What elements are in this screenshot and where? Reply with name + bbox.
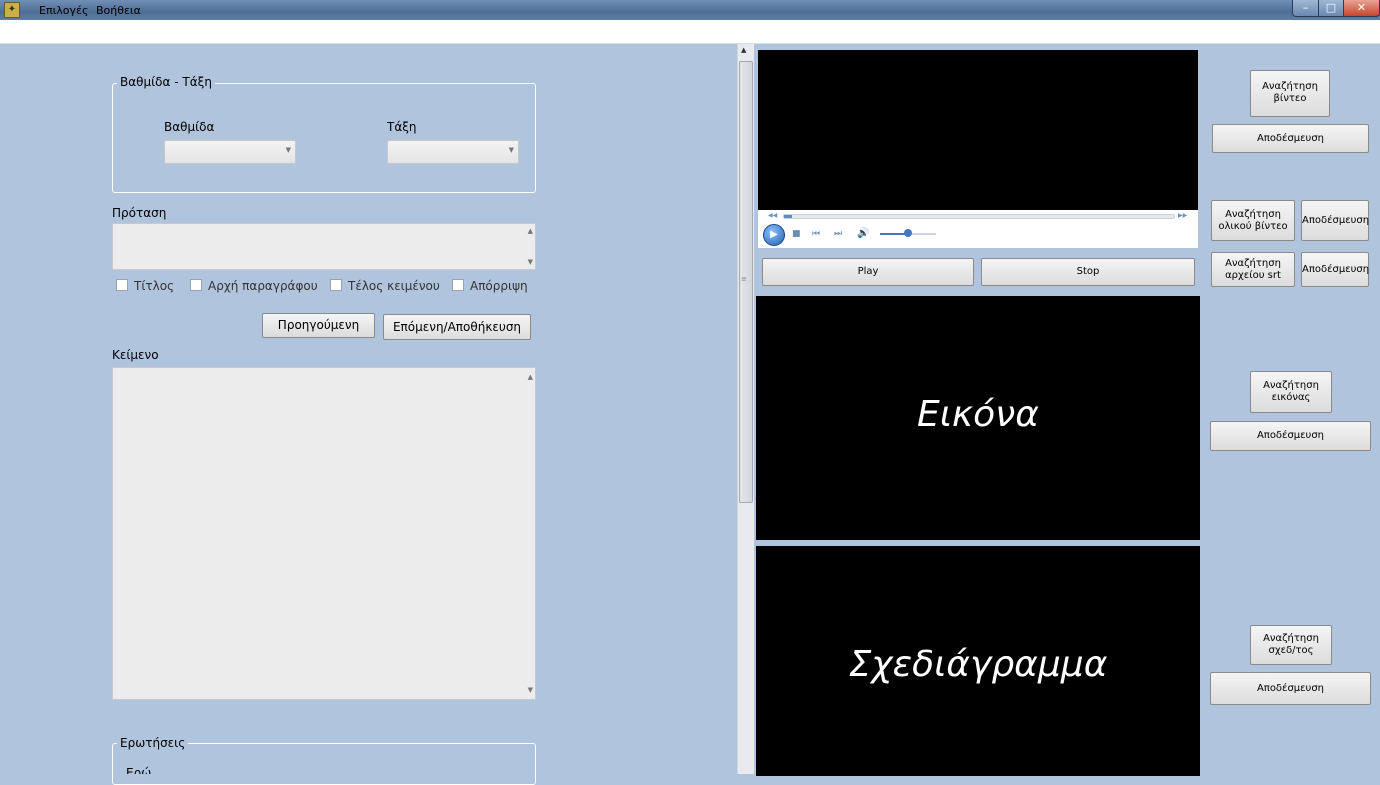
- checkbox-title-label: Τίτλος: [134, 279, 175, 293]
- checkbox-text-end-label: Τέλος κειμένου: [348, 279, 440, 293]
- title-bar: [0, 0, 1380, 20]
- release-srt-button[interactable]: Αποδέσμευση: [1301, 252, 1369, 287]
- next-save-button[interactable]: Επόμενη/Αποθήκευση: [383, 314, 531, 340]
- search-srt-button[interactable]: Αναζήτηση αρχείου srt: [1211, 252, 1295, 287]
- checkbox-reject[interactable]: Απόρριψη: [452, 279, 528, 293]
- chevron-down-icon: ▼: [285, 146, 291, 154]
- scroll-up-icon[interactable]: ▲: [741, 46, 746, 54]
- checkbox-text-end[interactable]: Τέλος κειμένου: [330, 279, 440, 293]
- search-image-button[interactable]: Αναζήτηση εικόνας: [1250, 371, 1332, 413]
- search-video-button[interactable]: Αναζήτηση βίντεο: [1250, 70, 1330, 117]
- rewind-icon[interactable]: ◀◀: [768, 212, 777, 219]
- checkbox-paragraph-start[interactable]: Αρχή παραγράφου: [190, 279, 318, 293]
- sentence-label: Πρόταση: [112, 206, 167, 220]
- release-full-video-button[interactable]: Αποδέσμευση: [1301, 200, 1369, 241]
- release-image-button[interactable]: Αποδέσμευση: [1210, 421, 1371, 451]
- checkbox-reject-label: Απόρριψη: [470, 279, 528, 293]
- class-group-title: Βαθμίδα - Τάξη: [117, 75, 215, 89]
- volume-slider[interactable]: [880, 229, 936, 237]
- play-button[interactable]: Play: [762, 258, 974, 286]
- checkbox-icon: [116, 279, 128, 291]
- seek-fill: [784, 215, 792, 218]
- checkbox-icon: [190, 279, 202, 291]
- questions-partial-label: Ερώ: [126, 766, 152, 774]
- play-icon[interactable]: ▶: [763, 224, 785, 246]
- checkbox-icon: [330, 279, 342, 291]
- diagram-display: Σχεδιάγραμμα: [756, 546, 1200, 776]
- class-label: Τάξη: [387, 120, 417, 134]
- fast-forward-icon[interactable]: ▶▶: [1178, 212, 1187, 219]
- checkbox-title[interactable]: Τίτλος: [116, 279, 174, 293]
- volume-knob[interactable]: [904, 229, 912, 237]
- scroll-down-icon[interactable]: ▼: [528, 686, 533, 694]
- checkbox-icon: [452, 279, 464, 291]
- seek-bar[interactable]: [783, 214, 1175, 219]
- diagram-placeholder-text: Σχεδιάγραμμα: [848, 644, 1108, 685]
- menu-bar: [0, 20, 1380, 44]
- image-placeholder-text: Εικόνα: [916, 394, 1039, 435]
- stop-button[interactable]: Stop: [981, 258, 1195, 286]
- release-video-button[interactable]: Αποδέσμευση: [1212, 124, 1369, 153]
- checkbox-paragraph-start-label: Αρχή παραγράφου: [208, 279, 318, 293]
- scroll-up-icon[interactable]: ▲: [528, 227, 533, 235]
- next-track-icon[interactable]: ⏭: [834, 229, 842, 239]
- app-icon: ✦: [4, 2, 20, 18]
- previous-track-icon[interactable]: ⏮: [812, 229, 820, 239]
- close-button[interactable]: ✕: [1343, 0, 1380, 17]
- text-label: Κείμενο: [112, 348, 159, 362]
- text-textbox[interactable]: ▲ ▼: [112, 367, 536, 700]
- maximize-button[interactable]: □: [1318, 0, 1344, 17]
- search-diagram-button[interactable]: Αναζήτηση σχεδ/τος: [1250, 625, 1332, 665]
- search-full-video-button[interactable]: Αναζήτηση ολικού βίντεο: [1211, 200, 1295, 241]
- class-combobox[interactable]: ▼: [387, 140, 519, 164]
- menu-help[interactable]: Βοήθεια: [96, 4, 141, 17]
- video-display: [758, 50, 1198, 210]
- sentence-textbox[interactable]: ▲ ▼: [112, 223, 536, 270]
- image-display: Εικόνα: [756, 296, 1200, 540]
- volume-icon[interactable]: 🔊: [857, 228, 869, 239]
- chevron-down-icon: ▼: [508, 146, 514, 154]
- scroll-down-icon[interactable]: ▼: [528, 258, 533, 266]
- previous-button[interactable]: Προηγούμενη: [262, 313, 375, 338]
- release-diagram-button[interactable]: Αποδέσμευση: [1210, 672, 1371, 705]
- class-groupbox: [112, 83, 536, 193]
- stop-icon[interactable]: ■: [792, 229, 801, 239]
- scroll-up-icon[interactable]: ▲: [528, 373, 533, 381]
- questions-group-title: Ερωτήσεις: [117, 736, 189, 750]
- menu-options[interactable]: Επιλογές: [39, 4, 88, 17]
- grip-icon: ≡: [741, 275, 747, 283]
- level-label: Βαθμίδα: [164, 120, 215, 134]
- level-combobox[interactable]: ▼: [164, 140, 296, 164]
- minimize-button[interactable]: –: [1292, 0, 1319, 17]
